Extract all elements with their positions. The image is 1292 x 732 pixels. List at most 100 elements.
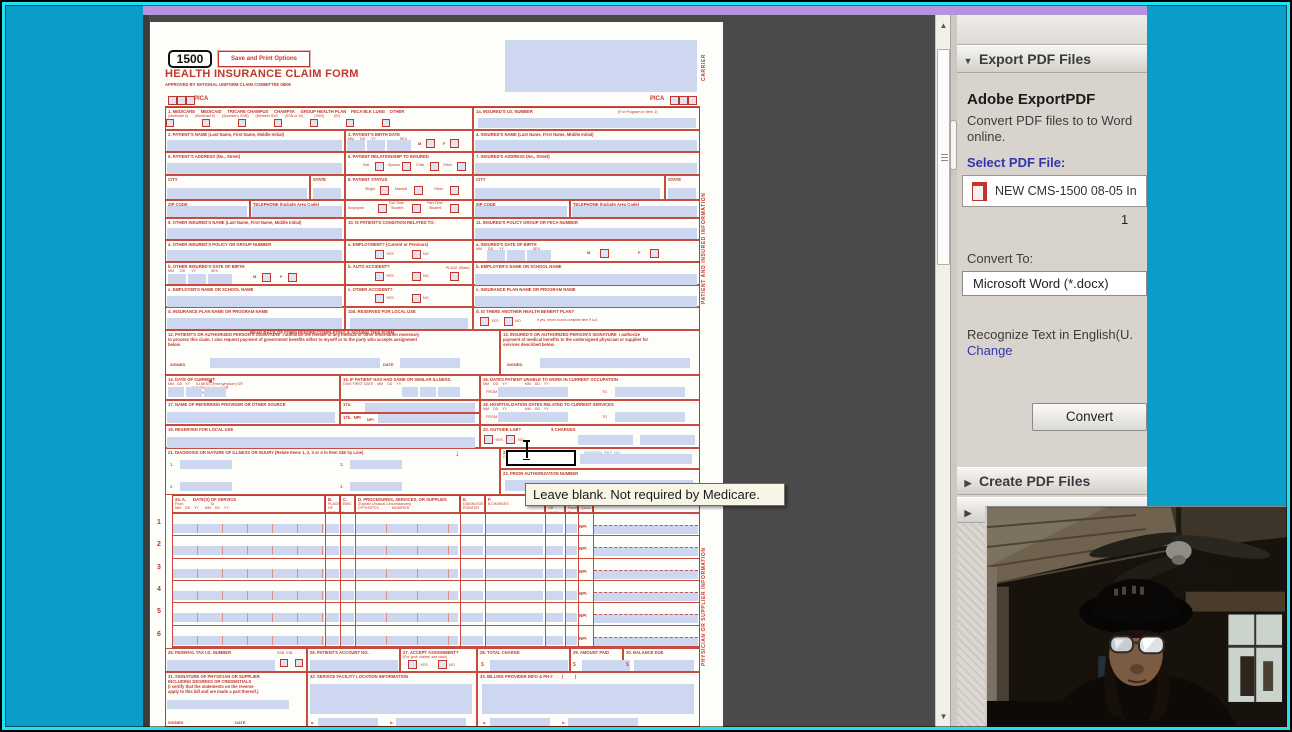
form-checkbox[interactable]: [688, 96, 697, 105]
form-field[interactable]: [475, 163, 697, 174]
service-field[interactable]: [326, 569, 339, 578]
form-field[interactable]: [578, 435, 633, 445]
form-field[interactable]: [204, 387, 226, 397]
form-checkbox[interactable]: [450, 139, 459, 148]
form-checkbox[interactable]: [650, 249, 659, 258]
service-field[interactable]: [341, 613, 354, 622]
form-field[interactable]: [668, 188, 696, 199]
panel-collapse-handle[interactable]: [950, 120, 957, 170]
service-field[interactable]: [486, 524, 543, 533]
service-field[interactable]: [546, 524, 563, 533]
form-field[interactable]: [498, 412, 568, 422]
service-field[interactable]: [356, 546, 458, 555]
form-field[interactable]: [527, 250, 551, 261]
form-checkbox[interactable]: [177, 96, 186, 105]
form-field[interactable]: [167, 296, 342, 307]
form-checkbox[interactable]: [280, 659, 288, 667]
form-field[interactable]: [420, 387, 436, 397]
form-field[interactable]: [167, 206, 247, 217]
form-field[interactable]: [505, 40, 697, 92]
service-field[interactable]: [566, 546, 577, 555]
form-field[interactable]: [180, 460, 232, 469]
service-field[interactable]: [486, 591, 543, 600]
form-field[interactable]: [402, 387, 418, 397]
form-field[interactable]: [490, 718, 550, 726]
form-field[interactable]: [167, 437, 475, 448]
form-field[interactable]: [188, 274, 206, 284]
form-field[interactable]: [387, 140, 411, 151]
form-checkbox[interactable]: [504, 317, 513, 326]
form-field[interactable]: [438, 387, 460, 397]
form-checkbox[interactable]: [288, 273, 297, 282]
form-checkbox[interactable]: [166, 119, 174, 127]
form-field[interactable]: [490, 660, 568, 671]
service-field[interactable]: [356, 524, 458, 533]
form-checkbox[interactable]: [426, 139, 435, 148]
scroll-down-icon[interactable]: ▼: [936, 708, 951, 725]
form-field[interactable]: [167, 250, 342, 261]
form-field[interactable]: [367, 140, 385, 151]
form-field[interactable]: [167, 660, 275, 671]
service-field[interactable]: [173, 569, 324, 578]
form-checkbox[interactable]: [679, 96, 688, 105]
form-field[interactable]: [167, 188, 307, 199]
service-field[interactable]: [341, 591, 354, 600]
form-field[interactable]: [482, 684, 694, 714]
service-field[interactable]: [341, 546, 354, 555]
form-field[interactable]: [167, 318, 342, 329]
form-field[interactable]: [180, 482, 232, 491]
service-field[interactable]: [566, 636, 577, 645]
service-field[interactable]: [461, 524, 483, 533]
form-field[interactable]: [167, 700, 289, 709]
form-checkbox[interactable]: [438, 660, 447, 669]
service-field[interactable]: [546, 613, 563, 622]
form-field[interactable]: [365, 403, 475, 412]
form-field[interactable]: [168, 387, 184, 397]
form-checkbox[interactable]: [382, 119, 390, 127]
form-checkbox[interactable]: [295, 659, 303, 667]
service-field[interactable]: [486, 569, 543, 578]
form-field[interactable]: [168, 274, 186, 284]
form-field[interactable]: [582, 660, 630, 671]
form-checkbox[interactable]: [430, 162, 439, 171]
form-field[interactable]: [572, 206, 697, 217]
change-link[interactable]: Change: [967, 343, 1013, 358]
form-field[interactable]: [167, 163, 342, 174]
form-checkbox[interactable]: [375, 250, 384, 259]
convert-button[interactable]: Convert: [1032, 403, 1147, 431]
form-checkbox[interactable]: [262, 273, 271, 282]
form-field[interactable]: [475, 206, 567, 217]
form-checkbox[interactable]: [450, 204, 459, 213]
service-field[interactable]: [594, 637, 698, 646]
form-field[interactable]: [634, 660, 694, 671]
form-checkbox[interactable]: [412, 250, 421, 259]
form-field[interactable]: [313, 188, 341, 199]
service-field[interactable]: [566, 613, 577, 622]
form-checkbox[interactable]: [378, 204, 387, 213]
form-field[interactable]: [580, 454, 692, 464]
service-field[interactable]: [173, 524, 324, 533]
service-field[interactable]: [546, 569, 563, 578]
format-dropdown[interactable]: Microsoft Word (*.docx): [962, 271, 1147, 296]
form-checkbox[interactable]: [414, 186, 423, 195]
service-field[interactable]: [546, 636, 563, 645]
form-field[interactable]: [640, 435, 695, 445]
form-checkbox[interactable]: [375, 162, 384, 171]
form-field[interactable]: [475, 296, 697, 307]
form-field[interactable]: [318, 718, 378, 726]
service-field[interactable]: [594, 525, 698, 534]
form-field[interactable]: [475, 140, 697, 151]
form-checkbox[interactable]: [346, 119, 354, 127]
export-pdf-section-header[interactable]: ▼Export PDF Files: [957, 45, 1147, 73]
service-field[interactable]: [461, 613, 483, 622]
service-field[interactable]: [173, 546, 324, 555]
scroll-up-icon[interactable]: ▲: [936, 17, 951, 34]
service-field[interactable]: [173, 613, 324, 622]
form-field[interactable]: [347, 140, 365, 151]
service-field[interactable]: [486, 546, 543, 555]
form-checkbox[interactable]: [238, 119, 246, 127]
form-checkbox[interactable]: [380, 186, 389, 195]
form-field[interactable]: [507, 250, 525, 261]
service-field[interactable]: [486, 613, 543, 622]
form-field[interactable]: [396, 718, 466, 726]
